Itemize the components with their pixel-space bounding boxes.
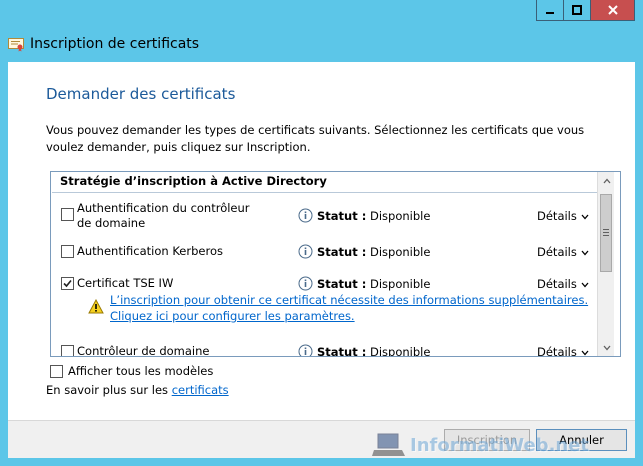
status-text: Statut : Disponible xyxy=(317,277,430,291)
laptop-icon xyxy=(372,433,405,456)
configure-settings-link[interactable]: Cliquez ici pour configurer les paramètr… xyxy=(110,308,355,324)
certificate-row[interactable]: Contrôleur de domaine Statut : Disponibl… xyxy=(51,342,597,357)
details-button[interactable]: Détails xyxy=(537,277,589,291)
certificate-icon xyxy=(8,38,24,52)
certificate-checkbox[interactable] xyxy=(61,245,74,258)
details-label: Détails xyxy=(537,277,577,291)
status-label: Statut : xyxy=(317,245,367,259)
certificate-list[interactable]: Stratégie d’inscription à Active Directo… xyxy=(50,171,621,357)
details-label: Détails xyxy=(537,209,577,223)
info-icon xyxy=(298,276,313,291)
chevron-down-icon xyxy=(603,345,610,350)
vertical-scrollbar[interactable] xyxy=(597,172,614,356)
info-icon xyxy=(298,244,313,259)
warning-link[interactable]: L’inscription pour obtenir ce certificat… xyxy=(110,292,588,308)
chevron-down-icon xyxy=(581,250,589,255)
status-text: Statut : Disponible xyxy=(317,245,430,259)
title-bar[interactable]: Inscription de certificats xyxy=(0,0,643,62)
details-button[interactable]: Détails xyxy=(537,209,589,223)
scroll-down-button[interactable] xyxy=(598,339,615,356)
list-divider xyxy=(52,192,597,193)
status-value: Disponible xyxy=(369,245,431,259)
show-all-checkbox[interactable] xyxy=(50,365,63,378)
dialog-content: Demander des certificats Vous pouvez dem… xyxy=(8,62,635,420)
certificate-checkbox[interactable] xyxy=(61,208,74,221)
chevron-down-icon xyxy=(581,282,589,287)
minimize-button[interactable] xyxy=(536,0,563,21)
certificate-name: Authentification du contrôleur de domain… xyxy=(77,201,250,230)
intro-text: Vous pouvez demander les types de certif… xyxy=(46,123,585,154)
learn-more: En savoir plus sur les certificats xyxy=(46,383,229,397)
chevron-down-icon xyxy=(581,214,589,219)
close-icon xyxy=(607,5,618,15)
details-label: Détails xyxy=(537,345,577,357)
status-label: Statut : xyxy=(317,209,367,223)
close-button[interactable] xyxy=(590,0,635,21)
chevron-up-icon xyxy=(603,178,610,183)
dialog-window: Inscription de certificats Demander des … xyxy=(0,0,643,466)
chevron-down-icon xyxy=(581,350,589,355)
minimize-icon xyxy=(546,12,554,14)
status-label: Statut : xyxy=(317,345,367,357)
certificate-checkbox[interactable] xyxy=(61,345,74,356)
window-title: Inscription de certificats xyxy=(30,36,200,52)
details-label: Détails xyxy=(537,245,577,259)
learn-more-link[interactable]: certificats xyxy=(172,383,229,397)
status-value: Disponible xyxy=(369,277,431,291)
status-value: Disponible xyxy=(369,209,431,223)
warning-icon xyxy=(88,299,104,314)
certificate-name: Certificat TSE IW xyxy=(77,276,174,290)
maximize-button[interactable] xyxy=(563,0,590,21)
certificate-name: Authentification Kerberos xyxy=(77,244,223,258)
details-button[interactable]: Détails xyxy=(537,345,589,357)
grip-icon xyxy=(603,229,609,236)
info-icon xyxy=(298,208,313,223)
window-controls xyxy=(536,0,635,21)
certificate-row[interactable]: Authentification du contrôleur de domain… xyxy=(51,200,597,234)
certificate-name: Contrôleur de domaine xyxy=(77,344,210,357)
status-text: Statut : Disponible xyxy=(317,345,431,357)
scroll-up-button[interactable] xyxy=(598,172,615,189)
watermark: InformatiWeb.net xyxy=(372,432,589,458)
list-header: Stratégie d’inscription à Active Directo… xyxy=(60,174,327,188)
maximize-icon xyxy=(572,5,582,15)
info-icon xyxy=(298,344,313,356)
status-text: Statut : Disponible xyxy=(317,209,430,223)
learn-more-text: En savoir plus sur les xyxy=(46,383,172,397)
status-label: Statut : xyxy=(317,277,367,291)
details-button[interactable]: Détails xyxy=(537,245,589,259)
page-heading: Demander des certificats xyxy=(46,85,236,103)
scroll-thumb[interactable] xyxy=(600,194,612,272)
show-all-label: Afficher tous les modèles xyxy=(68,364,214,378)
status-value: Disponible xyxy=(369,345,431,357)
certificate-checkbox[interactable] xyxy=(61,277,74,290)
certificate-row[interactable]: Certificat TSE IW Statut : Disponible Dé… xyxy=(51,274,597,332)
certificate-row[interactable]: Authentification Kerberos Statut : Dispo… xyxy=(51,242,597,264)
watermark-text: InformatiWeb.net xyxy=(410,434,590,456)
checkmark-icon xyxy=(63,279,72,288)
